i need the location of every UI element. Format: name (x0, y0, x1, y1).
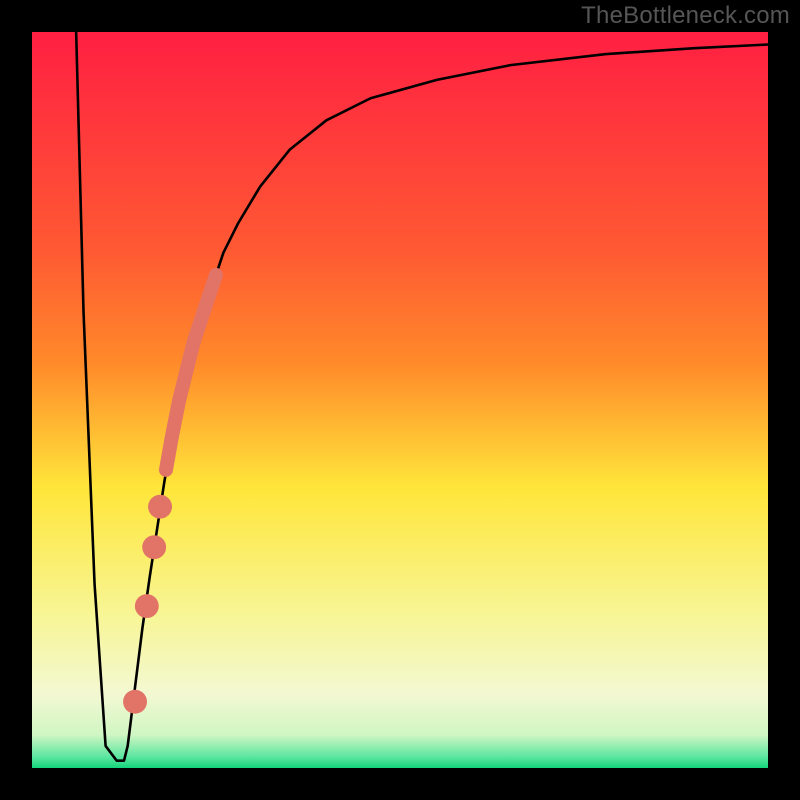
plot-background (32, 32, 768, 768)
chart-svg (0, 0, 800, 800)
data-marker (135, 594, 159, 618)
data-marker (142, 535, 166, 559)
bottleneck-chart: TheBottleneck.com (0, 0, 800, 800)
data-marker (148, 495, 172, 519)
data-marker (123, 690, 147, 714)
watermark-label: TheBottleneck.com (581, 2, 790, 30)
